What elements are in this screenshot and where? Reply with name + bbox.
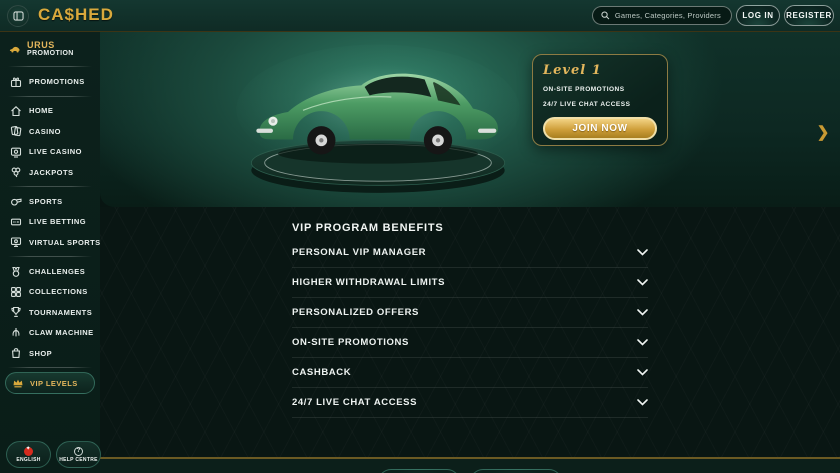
sidebar-item-tournaments[interactable]: TOURNAMENTS [0, 302, 100, 322]
live-badge-icon [10, 216, 22, 228]
language-selector-button[interactable]: ENGLISH [377, 469, 460, 473]
sidebar-item-shop[interactable]: SHOP [0, 343, 100, 363]
accordion-personal-vip-manager[interactable]: PERSONAL VIP MANAGER [292, 238, 648, 268]
accordion-personalized-offers[interactable]: PERSONALIZED OFFERS [292, 298, 648, 328]
grid-icon [10, 286, 22, 298]
question-icon: ? [74, 446, 83, 456]
sidebar-item-collections[interactable]: COLLECTIONS [0, 282, 100, 302]
top-bar: CA$HED LOG IN REGISTER [0, 0, 840, 32]
sidebar-item-virtual-sports[interactable]: VIRTUAL SPORTS [0, 232, 100, 252]
medal-icon [10, 266, 22, 278]
language-button[interactable]: ENGLISH [6, 441, 51, 468]
help-centre-button[interactable]: ? HELP CENTRE [56, 441, 101, 468]
sidebar-item-jackpots[interactable]: JACKPOTS [0, 162, 100, 182]
chevron-down-icon [637, 369, 648, 376]
level-perk: 24/7 LIVE CHAT ACCESS [543, 101, 631, 108]
sidebar-item-sports[interactable]: SPORTS [0, 191, 100, 211]
sidebar-item-vip-levels-active[interactable]: VIP LEVELS [5, 372, 95, 395]
sidebar-item-live-betting[interactable]: LIVE BETTING [0, 212, 100, 232]
sidebar-item-challenges[interactable]: CHALLENGES [0, 261, 100, 281]
live-chat-button[interactable]: LIVE CHAT [469, 469, 563, 473]
sidebar-item-casino[interactable]: CASINO [0, 121, 100, 141]
search-bar[interactable] [592, 6, 732, 25]
sidebar-divider [8, 367, 92, 369]
flag-icon [24, 445, 33, 456]
accordion-cashback[interactable]: CASHBACK [292, 358, 648, 388]
green-car-image [236, 44, 520, 193]
gift-icon [10, 76, 22, 88]
vip-benefits-section: VIP PROGRAM BENEFITS PERSONAL VIP MANAGE… [100, 207, 840, 457]
clover-icon [10, 166, 22, 178]
monitor-icon [10, 236, 22, 248]
sidebar-item-claw-machine[interactable]: CLAW MACHINE [0, 323, 100, 343]
cards-icon [10, 125, 22, 137]
whistle-icon [10, 195, 22, 207]
claw-icon [10, 327, 22, 339]
sidebar-footer: ENGLISH ? HELP CENTRE [6, 441, 101, 468]
main-area: Level 1 ON-SITE PROMOTIONS 24/7 LIVE CHA… [100, 32, 840, 473]
sidebar-divider [8, 95, 92, 97]
page: CA$HED LOG IN REGISTER URUS PROMOTION [0, 0, 840, 473]
login-button[interactable]: LOG IN [736, 5, 780, 26]
chevron-down-icon [637, 309, 648, 316]
search-icon [601, 11, 610, 20]
live-casino-icon [10, 146, 22, 158]
benefits-heading: VIP PROGRAM BENEFITS [292, 222, 444, 234]
register-button[interactable]: REGISTER [784, 5, 834, 26]
sidebar-toggle-icon [12, 11, 24, 21]
urus-car-icon [9, 43, 21, 55]
search-input[interactable] [614, 11, 723, 20]
vip-hero-banner: Level 1 ON-SITE PROMOTIONS 24/7 LIVE CHA… [100, 32, 840, 207]
accordion-live-chat-access[interactable]: 24/7 LIVE CHAT ACCESS [292, 388, 648, 418]
trophy-icon [10, 306, 22, 318]
urus-subtitle: PROMOTION [27, 50, 74, 58]
footer: ENGLISH LIVE CHAT [100, 459, 840, 473]
sidebar-item-promotions[interactable]: PROMOTIONS [0, 71, 100, 91]
sidebar-item-urus-promotion[interactable]: URUS PROMOTION [0, 32, 100, 62]
join-now-button[interactable]: JOIN NOW [543, 117, 657, 140]
level-1-card: Level 1 ON-SITE PROMOTIONS 24/7 LIVE CHA… [532, 54, 668, 146]
chevron-down-icon [637, 279, 648, 286]
cashed-logo[interactable]: CA$HED [38, 5, 114, 25]
sidebar-divider [8, 66, 92, 68]
bag-icon [10, 347, 22, 359]
sidebar-item-home[interactable]: HOME [0, 101, 100, 121]
accordion-on-site-promotions[interactable]: ON-SITE PROMOTIONS [292, 328, 648, 358]
sidebar: URUS PROMOTION PROMOTIONS HOME CASINO LI… [0, 32, 101, 473]
sidebar-divider [8, 186, 92, 188]
chevron-down-icon [637, 249, 648, 256]
carousel-next-arrow-icon[interactable]: ❯ [812, 120, 834, 144]
chevron-down-icon [637, 339, 648, 346]
sidebar-item-live-casino[interactable]: LIVE CASINO [0, 142, 100, 162]
accordion-higher-withdrawal-limits[interactable]: HIGHER WITHDRAWAL LIMITS [292, 268, 648, 298]
level-perk: ON-SITE PROMOTIONS [543, 86, 625, 93]
sidebar-toggle-button[interactable] [7, 5, 29, 27]
sidebar-divider [8, 256, 92, 258]
home-icon [10, 105, 22, 117]
urus-title: URUS [27, 40, 55, 50]
crown-icon [12, 377, 24, 389]
level-title: Level 1 [543, 63, 602, 78]
chevron-down-icon [637, 399, 648, 406]
